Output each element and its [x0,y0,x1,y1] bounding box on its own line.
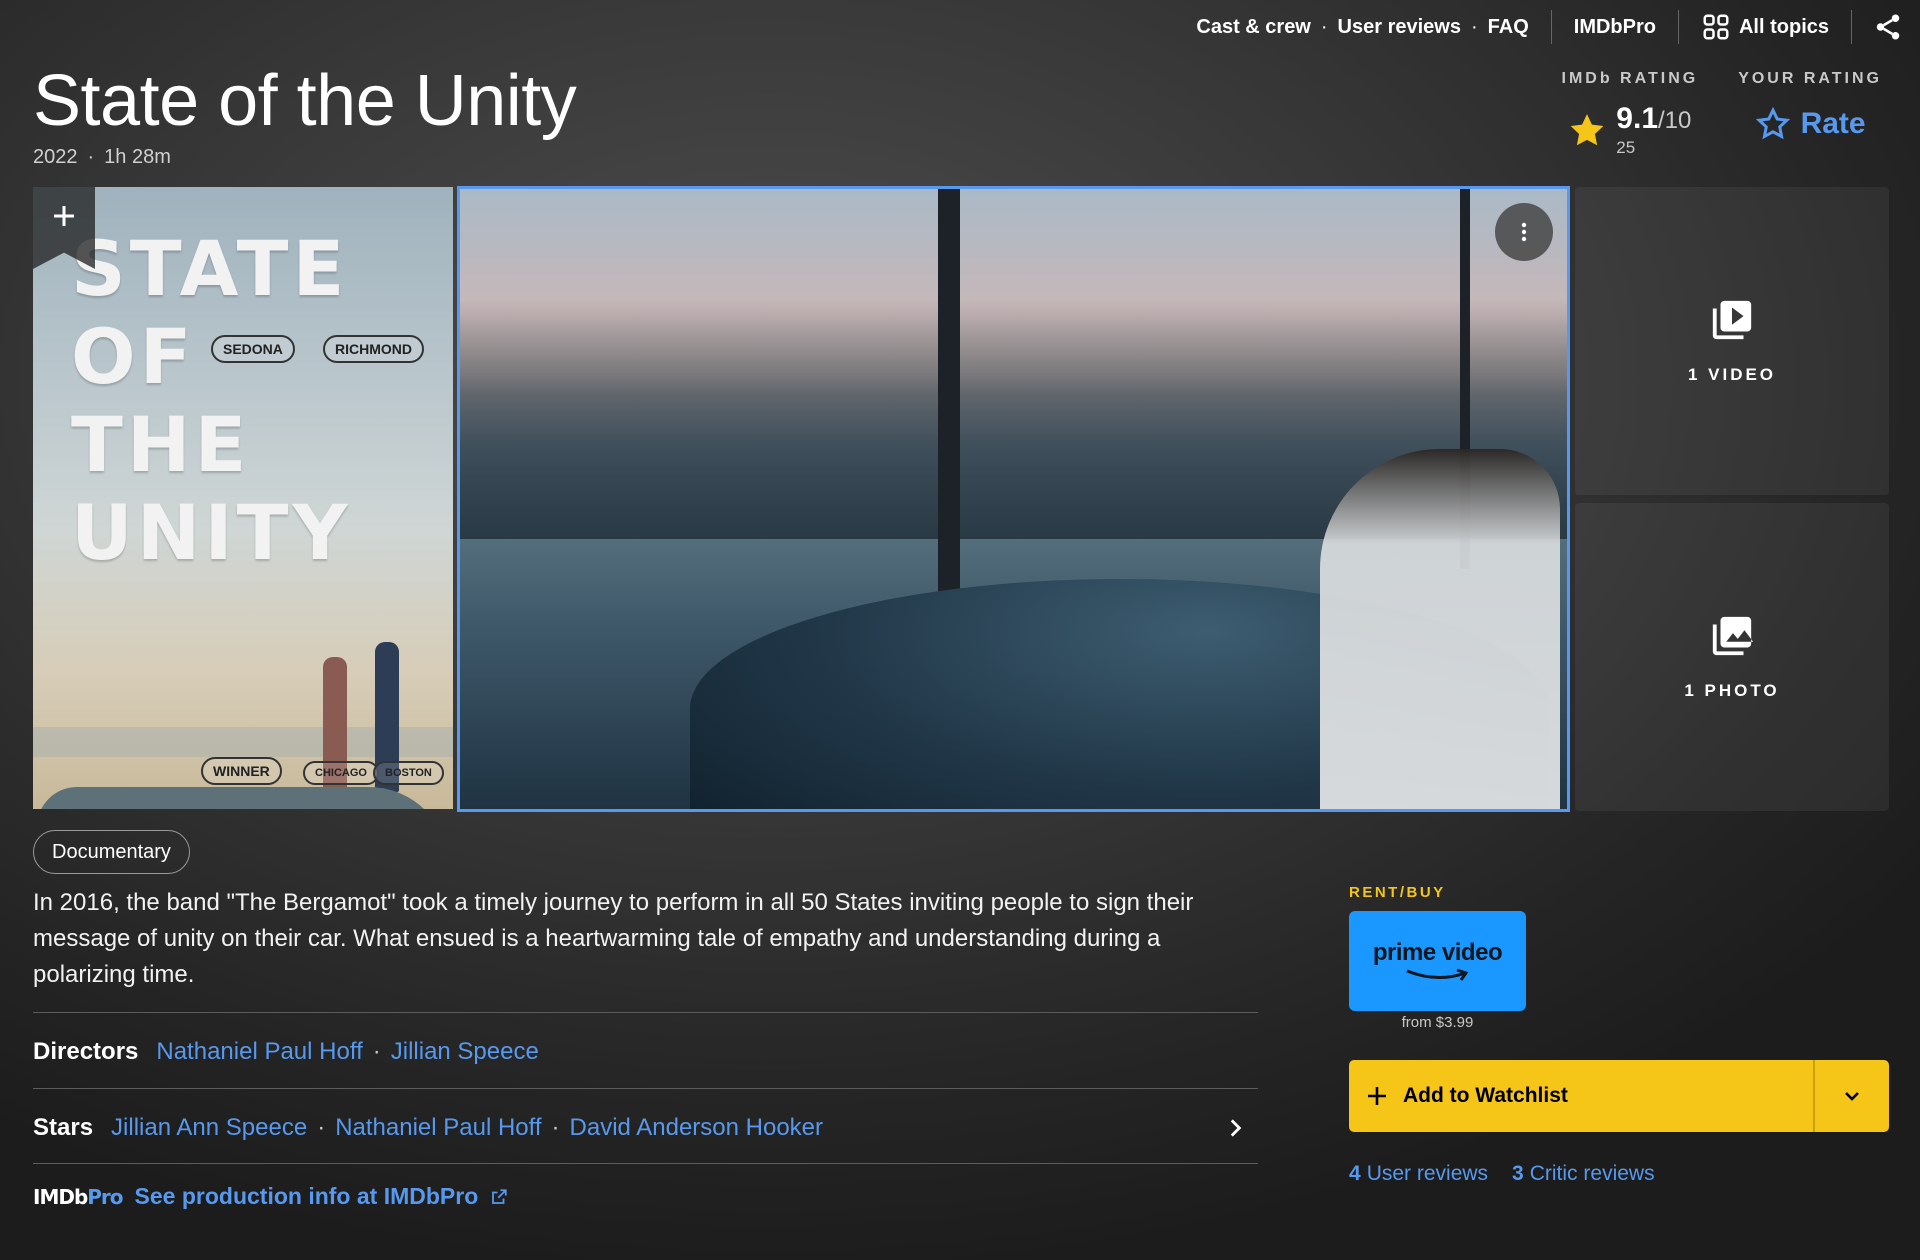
poster-title-art: STATE OF THE UNITY [71,224,352,577]
laurel-sedona: SEDONA [211,335,295,363]
release-year[interactable]: 2022 [33,146,78,169]
poster-car [37,787,449,809]
external-link-icon [492,1188,507,1204]
ratings-block: IMDb RATING 9.1/10 25 YOUR RATING Rate [1562,70,1883,158]
nav-faq[interactable]: FAQ [1484,16,1533,39]
directors-row: Directors Nathaniel Paul Hoff · Jillian … [33,1038,539,1066]
share-button[interactable] [1870,9,1906,45]
runtime: 1h 28m [104,146,171,168]
rate-button[interactable]: Rate [1755,106,1866,142]
your-rating: YOUR RATING Rate [1738,70,1882,158]
nav-divider [1550,10,1552,44]
stars-label[interactable]: Stars [33,1114,93,1142]
plot-summary: In 2016, the band "The Bergamot" took a … [33,889,1194,988]
director-link[interactable]: Jillian Speece [391,1038,539,1066]
laurel-boston: BOSTON [373,761,444,785]
trailer-video-player[interactable] [457,186,1570,812]
poster[interactable]: STATE OF THE UNITY SEDONA RICHMOND WINNE… [33,187,453,809]
chevron-down-icon [1845,1092,1859,1101]
imdb-rating[interactable]: IMDb RATING 9.1/10 25 [1562,70,1699,158]
critic-reviews-link[interactable]: 3 Critic reviews [1512,1162,1655,1186]
videos-count: 1 VIDEO [1687,365,1777,384]
add-to-watchlist-button[interactable]: Add to Watchlist [1349,1084,1813,1108]
title-meta: 2022 · 1h 28m [33,146,171,169]
imdbpro-link-label: See production info at IMDbPro [134,1183,479,1209]
user-reviews-link[interactable]: 4 User reviews [1349,1162,1488,1186]
photo-library-icon [1712,616,1754,656]
star-link[interactable]: Nathaniel Paul Hoff [335,1114,541,1142]
nav-divider [1851,10,1852,44]
star-link[interactable]: David Anderson Hooker [570,1114,823,1142]
chevron-right-icon[interactable] [1222,1115,1248,1141]
provider-name: prime video [1372,939,1503,966]
price-from: from $3.99 [1401,1014,1474,1031]
nav-divider [1677,10,1679,44]
director-link[interactable]: Nathaniel Paul Hoff [156,1038,362,1066]
top-nav: Cast & crew · User reviews · FAQ IMDbPro… [1192,0,1920,54]
nav-user-reviews[interactable]: User reviews [1334,16,1465,39]
all-topics-label: All topics [1738,15,1829,38]
add-to-watchlist-ribbon[interactable] [33,187,95,269]
rate-label: Rate [1800,107,1866,140]
video-library-icon [1712,300,1752,340]
laurel-winner: WINNER [201,757,282,785]
prime-video-button[interactable]: prime video [1349,911,1526,1011]
smile-arrow-icon [1405,968,1468,981]
share-icon [1876,14,1900,40]
more-vertical-icon [1521,222,1527,242]
videos-tile[interactable]: 1 VIDEO [1575,187,1889,495]
photos-tile[interactable]: 1 PHOTO [1575,503,1889,811]
video-options-button[interactable] [1495,203,1553,261]
imdb-rating-label: IMDb RATING [1561,70,1699,87]
divider [33,1012,1258,1013]
nav-cast-crew[interactable]: Cast & crew [1192,16,1315,39]
directors-label[interactable]: Directors [33,1038,138,1066]
video-frame-person [1320,449,1560,809]
your-rating-label: YOUR RATING [1738,70,1882,87]
vote-count: 25 [1616,138,1636,157]
rating-out-of: /10 [1658,107,1692,134]
watchlist-dropdown-button[interactable] [1815,1084,1889,1108]
nav-all-topics[interactable]: All topics [1697,12,1833,42]
stars-row[interactable]: Stars Jillian Ann Speece · Nathaniel Pau… [33,1093,1258,1163]
laurel-chicago: CHICAGO [303,761,379,785]
photos-count: 1 PHOTO [1684,681,1780,700]
plus-icon [54,206,74,226]
divider [33,1163,1258,1164]
star-link[interactable]: Jillian Ann Speece [111,1114,307,1142]
genre-chip[interactable]: Documentary [33,830,190,874]
watchlist-label: Add to Watchlist [1403,1084,1568,1107]
review-links: 4 User reviews 3 Critic reviews [1349,1162,1655,1186]
watchlist-button-group: Add to Watchlist [1349,1060,1889,1132]
plus-icon [1368,1087,1386,1105]
imdbpro-logo: IMDbPro [33,1184,124,1209]
imdbpro-link[interactable]: IMDbPro See production info at IMDbPro [33,1183,508,1210]
rating-score: 9.1 [1616,102,1659,135]
page-title: State of the Unity [33,61,577,141]
star-filled-icon [1570,114,1604,146]
star-outline-icon [1755,106,1790,140]
grid-icon [1703,14,1729,40]
divider [33,1088,1258,1089]
rent-buy-label: RENT/BUY [1349,884,1446,901]
laurel-richmond: RICHMOND [323,335,424,363]
nav-imdbpro[interactable]: IMDbPro [1570,16,1660,39]
